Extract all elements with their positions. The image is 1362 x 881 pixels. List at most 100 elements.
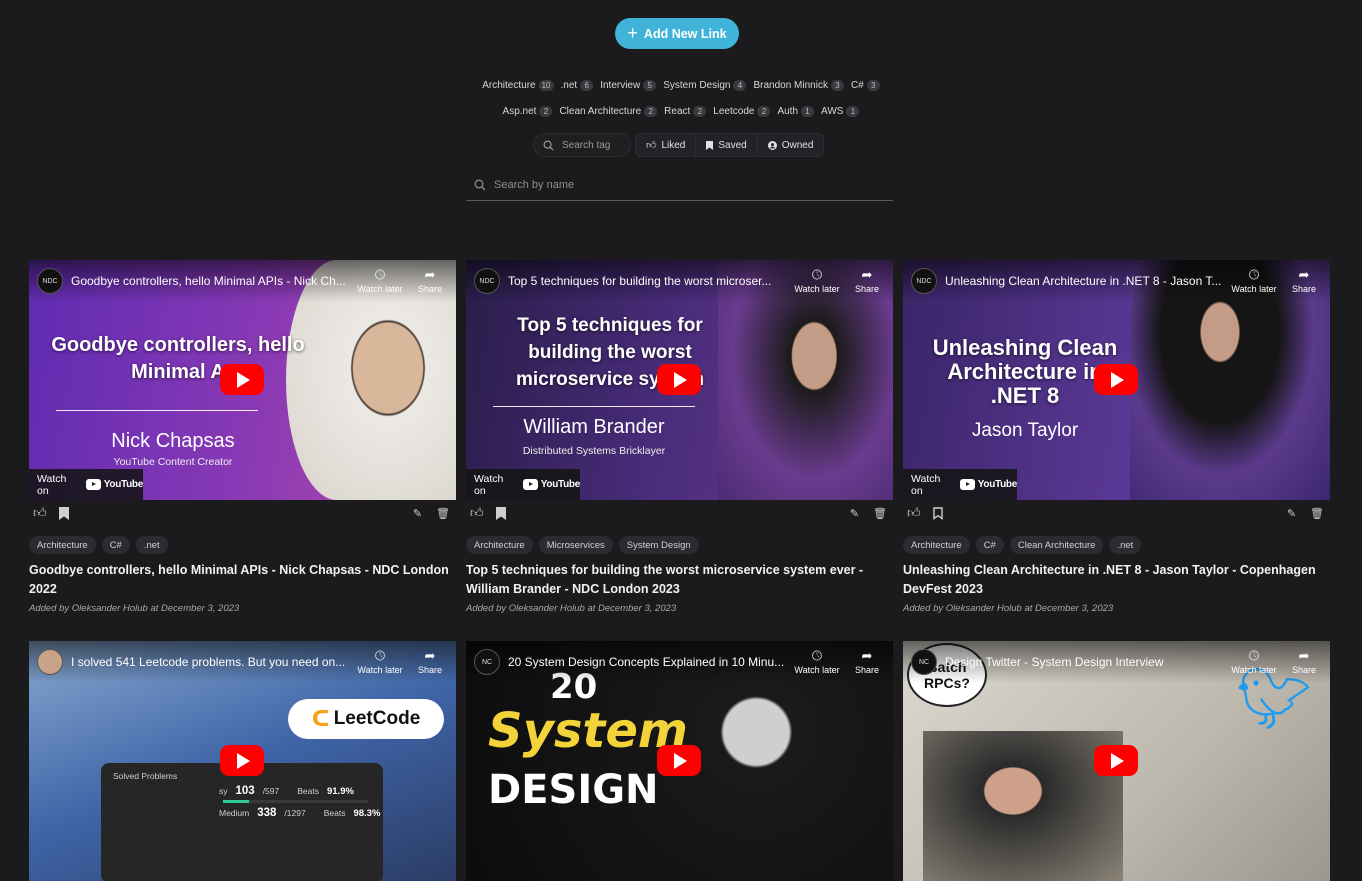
tag-filter-item[interactable]: Architecture 10	[482, 80, 554, 91]
video-header: NDC Unleashing Clean Architecture in .NE…	[903, 260, 1330, 302]
card-title[interactable]: Goodbye controllers, hello Minimal APIs …	[29, 561, 456, 599]
tag-filter-item[interactable]: Leetcode 2	[713, 106, 771, 117]
youtube-logo-icon: YouTube	[522, 479, 580, 490]
video-embed[interactable]: Unleashing Clean Architecture in .NET 8 …	[903, 260, 1330, 500]
card-title[interactable]: Unleashing Clean Architecture in .NET 8 …	[903, 561, 1330, 599]
clock-icon: 🕓︎	[811, 648, 823, 663]
tag-chip[interactable]: System Design	[618, 536, 699, 554]
tag-chip[interactable]: C#	[101, 536, 130, 554]
card-tags: Architecture Microservices System Design	[466, 536, 893, 554]
tag-chip[interactable]: Architecture	[466, 536, 533, 554]
tag-filter-item[interactable]: .net 6	[561, 80, 594, 91]
channel-avatar[interactable]: NC	[911, 649, 937, 675]
video-embed[interactable]: Batch RPCs? 🐦︎ NC Design Twitter - Syste…	[903, 641, 1330, 881]
delete-icon[interactable]: 🗑︎	[1310, 507, 1324, 520]
card-title[interactable]: Top 5 techniques for building the worst …	[466, 561, 893, 599]
thumbs-up-icon: 👍︎	[646, 140, 657, 151]
bookmark-outline-icon[interactable]	[932, 507, 943, 520]
divider	[493, 406, 695, 407]
search-tag-input[interactable]: Search tag	[533, 133, 631, 157]
share-button[interactable]: ➦ Share	[412, 649, 448, 675]
watch-later-button[interactable]: 🕓︎ Watch later	[793, 268, 841, 294]
share-button[interactable]: ➦ Share	[849, 268, 885, 294]
tag-filter-item[interactable]: System Design 4	[663, 80, 747, 91]
play-button[interactable]	[657, 364, 701, 395]
channel-avatar[interactable]: NC	[474, 649, 500, 675]
share-icon: ➦	[1298, 267, 1310, 282]
tag-filter-item[interactable]: Clean Architecture 2	[559, 106, 658, 117]
share-button[interactable]: ➦ Share	[1286, 268, 1322, 294]
video-embed[interactable]: Goodbye controllers, hello Minimal A Nic…	[29, 260, 456, 500]
share-button[interactable]: ➦ Share	[849, 649, 885, 675]
add-new-link-button[interactable]: + Add New Link	[615, 18, 739, 49]
tag-filter-item[interactable]: Auth 1	[777, 106, 815, 117]
like-icon[interactable]: 👍︎	[33, 505, 47, 521]
tag-chip[interactable]: Architecture	[29, 536, 96, 554]
filter-bar: Search tag 👍︎ Liked Saved Owned	[533, 133, 825, 157]
play-button[interactable]	[220, 745, 264, 776]
search-icon	[474, 179, 486, 191]
video-embed[interactable]: 20 System DESIGN NC 20 System Design Con…	[466, 641, 893, 881]
watch-later-button[interactable]: 🕓︎ Watch later	[793, 649, 841, 675]
play-button[interactable]	[220, 364, 264, 395]
tag-filter-item[interactable]: React 2	[664, 106, 707, 117]
tag-filter-item[interactable]: Asp.net 2	[503, 106, 553, 117]
channel-avatar[interactable]: NDC	[474, 268, 500, 294]
tag-filter-item[interactable]: Brandon Minnick 3	[753, 80, 844, 91]
link-card: Batch RPCs? 🐦︎ NC Design Twitter - Syste…	[903, 641, 1330, 881]
bookmark-icon	[706, 140, 714, 150]
channel-avatar[interactable]: NDC	[37, 268, 63, 294]
watch-later-button[interactable]: 🕓︎ Watch later	[356, 268, 404, 294]
tag-chip[interactable]: .net	[1109, 536, 1142, 554]
delete-icon[interactable]: 🗑︎	[873, 507, 887, 520]
edit-icon[interactable]: ✎	[1287, 507, 1296, 520]
video-embed[interactable]: ᑕ LeetCode Solved Problems sy 103/597 Beats…	[29, 641, 456, 881]
youtube-logo-icon: YouTube	[85, 479, 143, 490]
edit-icon[interactable]: ✎	[413, 507, 422, 520]
link-card: 20 System DESIGN NC 20 System Design Con…	[466, 641, 893, 881]
clock-icon: 🕓︎	[811, 267, 823, 282]
tag-chip[interactable]: Microservices	[538, 536, 613, 554]
watch-on-youtube-button[interactable]: Watch on YouTube	[466, 469, 580, 500]
share-icon: ➦	[424, 648, 436, 663]
video-embed[interactable]: Top 5 techniques for building the worst …	[466, 260, 893, 500]
like-icon[interactable]: 👍︎	[470, 505, 484, 521]
watch-later-button[interactable]: 🕓︎ Watch later	[1230, 649, 1278, 675]
tag-chip[interactable]: C#	[975, 536, 1004, 554]
tag-chip[interactable]: .net	[135, 536, 168, 554]
play-button[interactable]	[1094, 745, 1138, 776]
tag-filter-item[interactable]: Interview 5	[600, 80, 657, 91]
link-card: Goodbye controllers, hello Minimal A Nic…	[29, 260, 456, 614]
liked-filter-button[interactable]: 👍︎ Liked	[636, 134, 697, 156]
channel-avatar[interactable]	[37, 649, 63, 675]
tag-cloud-row-1: Architecture 10 .net 6 Interview 5 System D…	[0, 80, 1362, 91]
channel-avatar[interactable]: NDC	[911, 268, 937, 294]
tag-filter-item[interactable]: C# 3	[851, 80, 880, 91]
play-button[interactable]	[657, 745, 701, 776]
search-by-name-input[interactable]: Search by name	[466, 170, 893, 201]
share-button[interactable]: ➦ Share	[1286, 649, 1322, 675]
divider	[56, 410, 258, 411]
play-button[interactable]	[1094, 364, 1138, 395]
watch-on-youtube-button[interactable]: Watch on YouTube	[903, 469, 1017, 500]
watch-on-youtube-button[interactable]: Watch on YouTube	[29, 469, 143, 500]
tag-filter-item[interactable]: AWS 1	[821, 106, 860, 117]
like-icon[interactable]: 👍︎	[907, 505, 921, 521]
bookmark-icon[interactable]	[58, 507, 69, 520]
edit-icon[interactable]: ✎	[850, 507, 859, 520]
owned-filter-button[interactable]: Owned	[758, 134, 824, 156]
tag-chip[interactable]: Architecture	[903, 536, 970, 554]
user-circle-icon	[767, 140, 777, 150]
link-card: Top 5 techniques for building the worst …	[466, 260, 893, 614]
clock-icon: 🕓︎	[374, 267, 386, 282]
watch-later-button[interactable]: 🕓︎ Watch later	[1230, 268, 1278, 294]
saved-filter-button[interactable]: Saved	[696, 134, 758, 156]
tag-cloud-row-2: Asp.net 2 Clean Architecture 2 React 2 Leet…	[0, 106, 1362, 117]
bookmark-icon[interactable]	[495, 507, 506, 520]
delete-icon[interactable]: 🗑︎	[436, 507, 450, 520]
tag-chip[interactable]: Clean Architecture	[1009, 536, 1104, 554]
speaker-photo	[923, 731, 1123, 881]
watch-later-button[interactable]: 🕓︎ Watch later	[356, 649, 404, 675]
clock-icon: 🕓︎	[1248, 648, 1260, 663]
share-button[interactable]: ➦ Share	[412, 268, 448, 294]
